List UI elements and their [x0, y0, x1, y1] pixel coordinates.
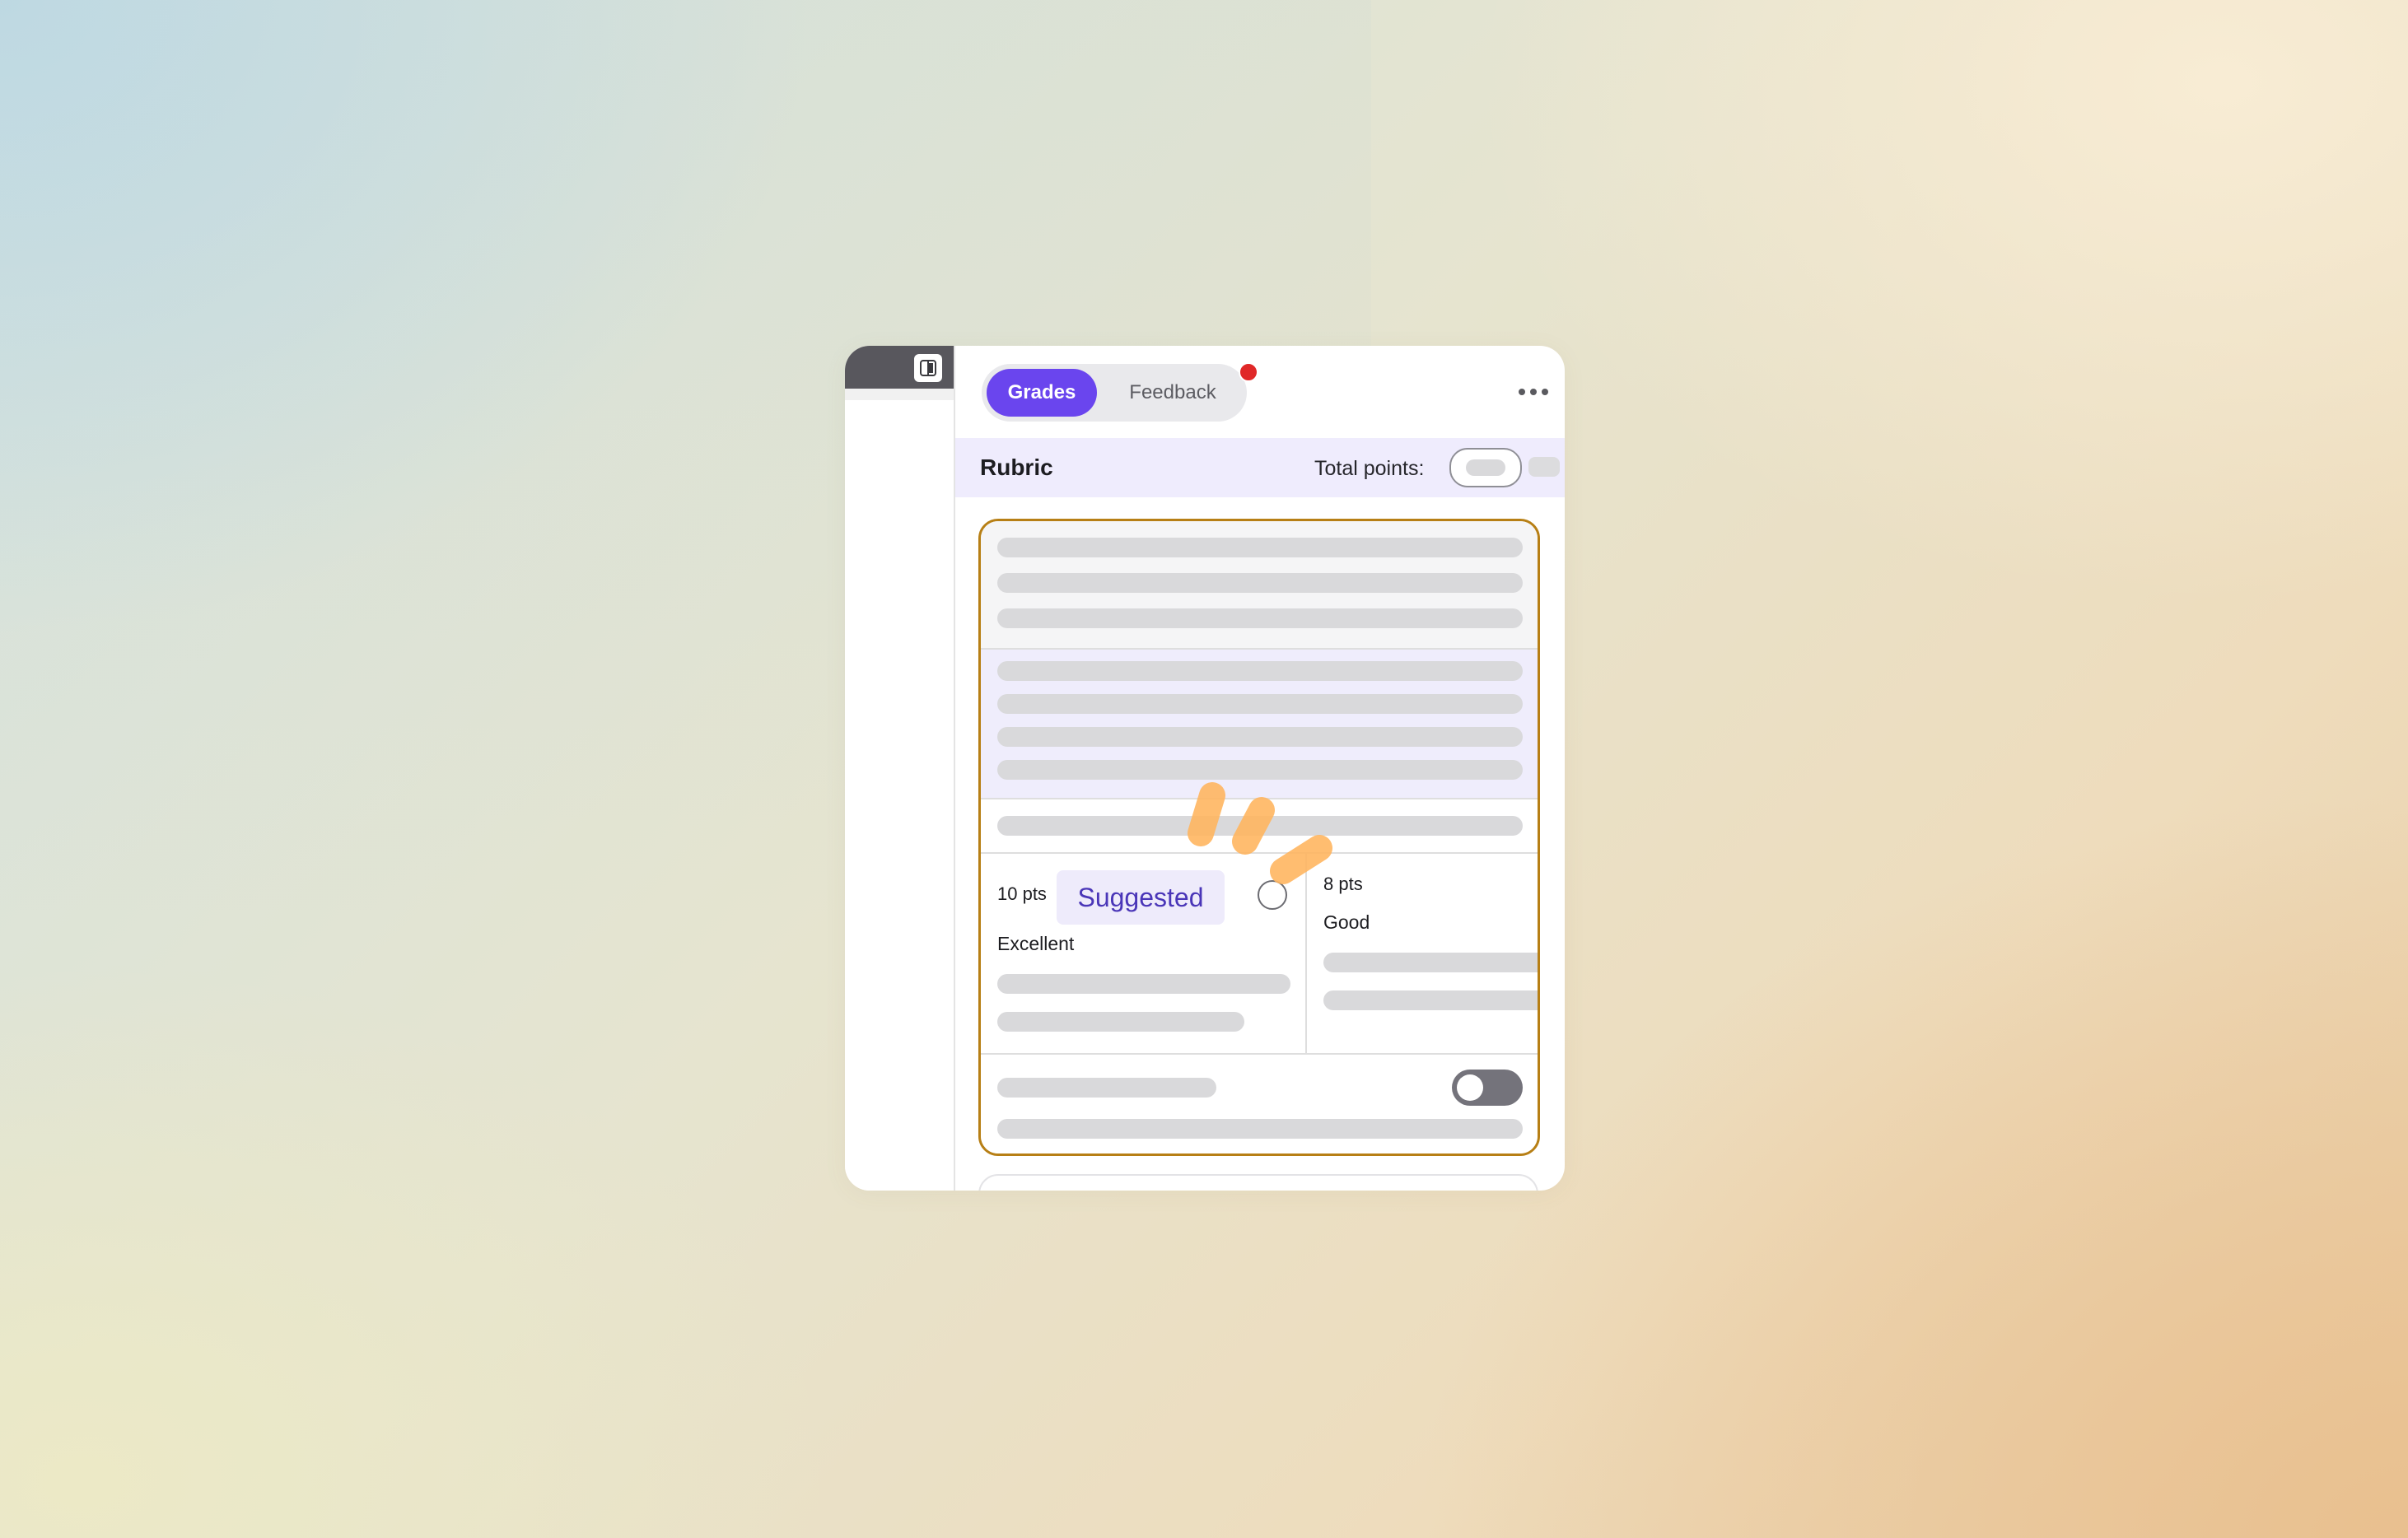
- criterion-footer: [981, 1055, 1538, 1154]
- text-placeholder: [1323, 990, 1538, 1010]
- sidebar: [845, 346, 955, 1191]
- total-points-placeholder: [1466, 459, 1505, 476]
- more-horizontal-icon[interactable]: [1515, 375, 1552, 408]
- text-placeholder: [997, 694, 1523, 714]
- criterion-detail: [981, 650, 1538, 799]
- rating-name: Good: [1323, 911, 1370, 933]
- text-placeholder: [997, 1119, 1523, 1139]
- criterion-description: [981, 521, 1538, 650]
- rubric-header: Rubric Total points:: [955, 438, 1565, 497]
- text-placeholder: [997, 661, 1523, 681]
- text-placeholder: [997, 1078, 1216, 1098]
- rating-name: Excellent: [997, 933, 1075, 954]
- dot: [1519, 389, 1525, 395]
- criterion-toggle[interactable]: [1452, 1070, 1523, 1106]
- rubric-title: Rubric: [980, 454, 1053, 480]
- total-points-input[interactable]: [1449, 448, 1522, 487]
- text-placeholder: [997, 760, 1523, 780]
- sparkle-icon: [1188, 782, 1332, 884]
- next-criterion-card: [978, 1174, 1538, 1191]
- tab-feedback[interactable]: Feedback: [1104, 369, 1242, 417]
- total-points-label: Total points:: [1314, 457, 1425, 480]
- sidebar-sub-bar: [845, 389, 954, 400]
- text-placeholder: [997, 727, 1523, 747]
- toggle-knob: [1457, 1074, 1483, 1101]
- rating-points: 10 pts: [997, 883, 1047, 904]
- dot: [1530, 389, 1537, 395]
- tab-grades[interactable]: Grades: [987, 369, 1097, 417]
- main-panel: Grades Feedback Rubric Total points: 10 …: [955, 346, 1565, 1191]
- dot: [1542, 389, 1548, 395]
- text-placeholder: [997, 974, 1290, 994]
- text-placeholder: [997, 538, 1523, 557]
- grading-card: Grades Feedback Rubric Total points: 10 …: [845, 346, 1565, 1191]
- notification-dot: [1239, 362, 1258, 382]
- total-points-max: [1528, 457, 1560, 477]
- text-placeholder: [1323, 953, 1538, 972]
- sidebar-panel-icon[interactable]: [914, 354, 942, 382]
- text-placeholder: [997, 573, 1523, 593]
- text-placeholder: [997, 608, 1523, 628]
- text-placeholder: [997, 1012, 1244, 1032]
- tab-switcher: Grades Feedback: [982, 364, 1247, 422]
